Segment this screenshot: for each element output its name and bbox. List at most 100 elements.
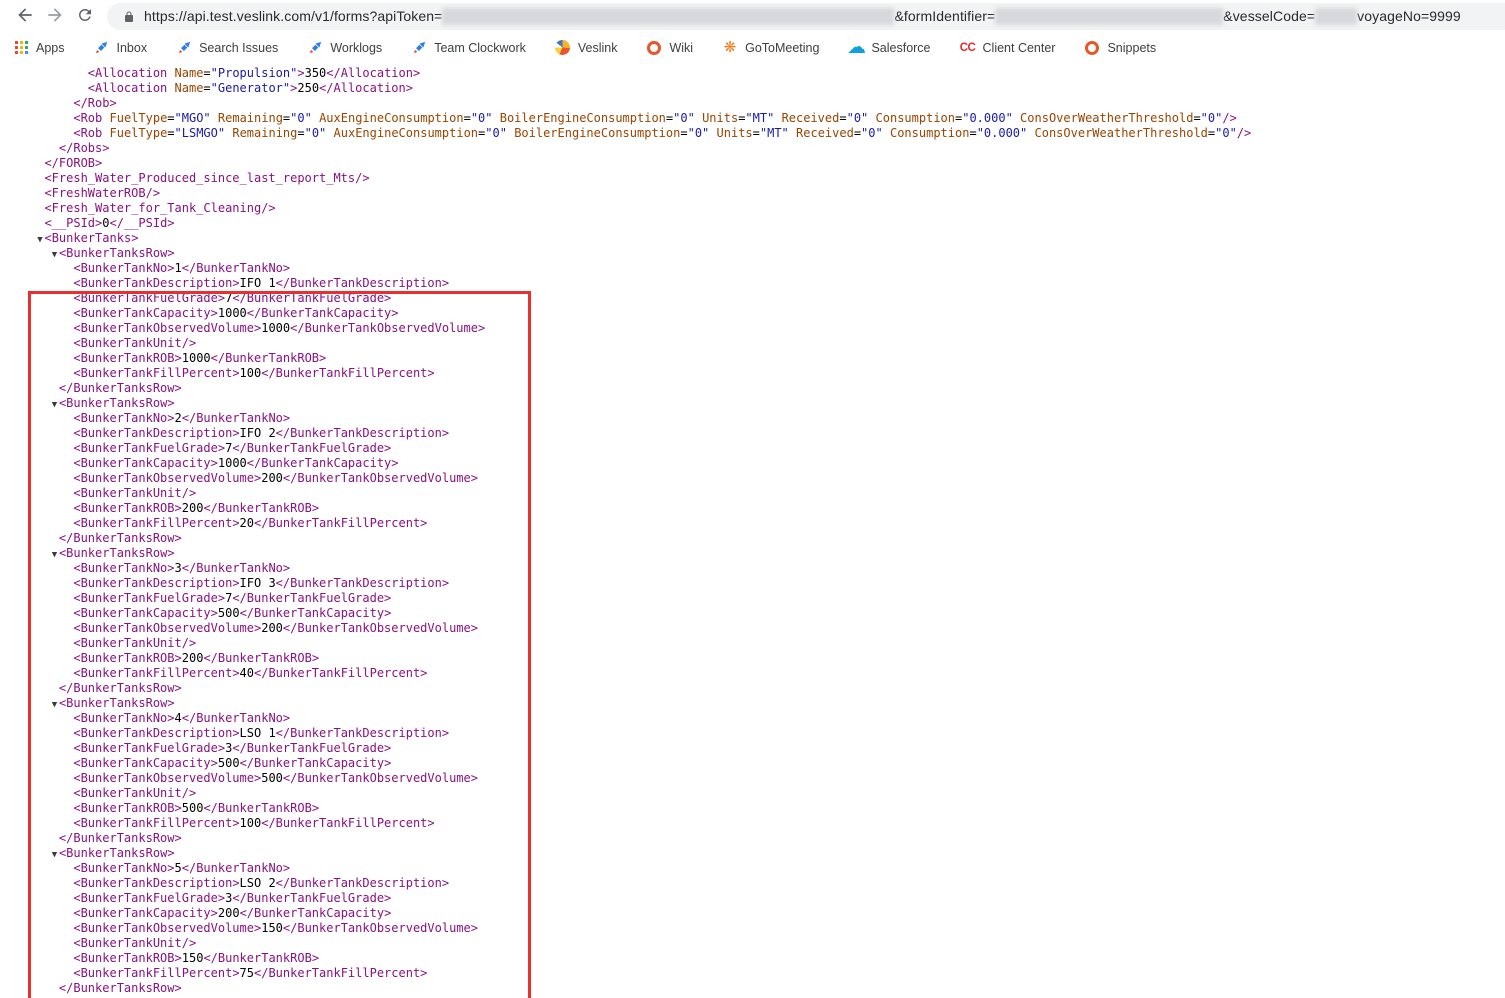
bookmark-label: Team Clockwork [434,41,526,55]
xml-line: <FreshWaterROB/> [30,186,1505,201]
xml-line: ▼<BunkerTanksRow> [30,546,1505,561]
bookmark-worklogs[interactable]: Worklogs [307,40,382,56]
bookmark-client-center[interactable]: CC Client Center [960,40,1056,56]
bookmark-label: Client Center [983,41,1056,55]
xml-line: <BunkerTankROB>200</BunkerTankROB> [30,501,1505,516]
xml-line: <BunkerTankCapacity>500</BunkerTankCapac… [30,756,1505,771]
redacted-url-segment [1315,8,1357,25]
xml-line: <BunkerTankFillPercent>100</BunkerTankFi… [30,366,1505,381]
xml-line: <BunkerTankROB>200</BunkerTankROB> [30,651,1505,666]
xml-line: <BunkerTankUnit/> [30,636,1505,651]
xml-line: <BunkerTankObservedVolume>200</BunkerTan… [30,621,1505,636]
page-content: <Allocation Name="Propulsion">350</Alloc… [0,62,1505,998]
redacted-url-segment [442,8,894,25]
xml-line: <BunkerTankFuelGrade>3</BunkerTankFuelGr… [30,891,1505,906]
cc-icon: CC [960,40,976,56]
xml-line: <BunkerTankFuelGrade>3</BunkerTankFuelGr… [30,741,1505,756]
bookmark-apps[interactable]: Apps [13,40,65,56]
xml-line: <BunkerTankROB>150</BunkerTankROB> [30,951,1505,966]
jira-icon [94,40,110,56]
xml-line: <Rob FuelType="MGO" Remaining="0" AuxEng… [30,111,1505,126]
xml-line: ▼<BunkerTanks> [30,231,1505,246]
url-text-segment: voyageNo=9999 [1357,8,1461,24]
bookmark-wiki[interactable]: Wiki [646,40,693,56]
xml-line: <__PSId>0</__PSId> [30,216,1505,231]
xml-line: <BunkerTankNo>3</BunkerTankNo> [30,561,1505,576]
back-button[interactable] [10,2,40,32]
xml-line: ▼<BunkerTanksRow> [30,846,1505,861]
bookmark-label: Snippets [1107,41,1156,55]
back-icon [15,5,35,28]
bookmark-label: Worklogs [330,41,382,55]
bookmark-salesforce[interactable]: ☁ Salesforce [848,40,930,56]
xml-line: <BunkerTankFillPercent>100</BunkerTankFi… [30,816,1505,831]
xml-line: </FOROB> [30,156,1505,171]
bookmark-veslink[interactable]: Veslink [555,40,618,56]
bookmarks-bar: Apps Inbox Search Issues Worklogs Team Clock… [0,33,1505,62]
url-text-segment: https://api.test.veslink.com/v1/forms?ap… [144,8,442,24]
xml-line: <BunkerTankNo>4</BunkerTankNo> [30,711,1505,726]
bookmark-label: GoToMeeting [745,41,819,55]
xml-line: </BunkerTanksRow> [30,981,1505,996]
xml-line: </BunkerTanksRow> [30,531,1505,546]
jira-icon [176,40,192,56]
xml-line: <BunkerTankObservedVolume>150</BunkerTan… [30,921,1505,936]
cloud-icon: ☁ [848,40,864,56]
xml-line: </BunkerTanksRow> [30,681,1505,696]
url-value: https://api.test.veslink.com/v1/forms?ap… [144,8,1461,25]
xml-line: <BunkerTankCapacity>1000</BunkerTankCapa… [30,456,1505,471]
xml-line: </BunkerTanksRow> [30,831,1505,846]
bookmark-label: Veslink [578,41,618,55]
xml-line: <BunkerTankFuelGrade>7</BunkerTankFuelGr… [30,441,1505,456]
bookmark-search-issues[interactable]: Search Issues [176,40,278,56]
reload-button[interactable] [70,2,100,32]
xml-line: <BunkerTankUnit/> [30,336,1505,351]
bookmark-gotomeeting[interactable]: ❋ GoToMeeting [722,40,819,56]
xml-line: <Fresh_Water_for_Tank_Cleaning/> [30,201,1505,216]
xml-line: <Allocation Name="Propulsion">350</Alloc… [30,66,1505,81]
xml-line: <BunkerTankNo>5</BunkerTankNo> [30,861,1505,876]
xml-line: <BunkerTankObservedVolume>500</BunkerTan… [30,771,1505,786]
jira-icon [411,40,427,56]
xml-line: <BunkerTankCapacity>200</BunkerTankCapac… [30,906,1505,921]
browser-toolbar: https://api.test.veslink.com/v1/forms?ap… [0,0,1505,33]
flower-icon: ❋ [722,40,738,56]
xml-line: <BunkerTankCapacity>1000</BunkerTankCapa… [30,306,1505,321]
xml-line: <BunkerTankNo>1</BunkerTankNo> [30,261,1505,276]
xml-line: <BunkerTankDescription>IFO 3</BunkerTank… [30,576,1505,591]
xml-line: <Allocation Name="Generator">250</Alloca… [30,81,1505,96]
xml-line: ▼<BunkerTanksRow> [30,246,1505,261]
xml-document: <Allocation Name="Propulsion">350</Alloc… [0,62,1505,996]
xml-line: <BunkerTankDescription>IFO 2</BunkerTank… [30,426,1505,441]
address-bar[interactable]: https://api.test.veslink.com/v1/forms?ap… [107,3,1505,30]
xml-line: <Fresh_Water_Produced_since_last_report_… [30,171,1505,186]
xml-line: <BunkerTankFillPercent>20</BunkerTankFil… [30,516,1505,531]
xml-line: <BunkerTankFillPercent>40</BunkerTankFil… [30,666,1505,681]
xml-line: <BunkerTankFuelGrade>7</BunkerTankFuelGr… [30,591,1505,606]
url-text-segment: &formIdentifier= [894,8,995,24]
bookmark-label: Wiki [669,41,693,55]
xml-line: <Rob FuelType="LSMGO" Remaining="0" AuxE… [30,126,1505,141]
forward-button[interactable] [40,2,70,32]
xml-line: <BunkerTankNo>2</BunkerTankNo> [30,411,1505,426]
xml-line: ▼<BunkerTanksRow> [30,696,1505,711]
xml-line: <BunkerTankObservedVolume>200</BunkerTan… [30,471,1505,486]
xml-line: <BunkerTankCapacity>500</BunkerTankCapac… [30,606,1505,621]
url-text-segment: &vesselCode= [1223,8,1315,24]
bookmark-label: Inbox [117,41,148,55]
xml-line: </Robs> [30,141,1505,156]
bookmark-team-clockwork[interactable]: Team Clockwork [411,40,526,56]
redacted-url-segment [995,8,1223,25]
xml-line: ▼<BunkerTanksRow> [30,396,1505,411]
xml-line: <BunkerTankObservedVolume>1000</BunkerTa… [30,321,1505,336]
bookmark-snippets[interactable]: Snippets [1084,40,1156,56]
xml-line: </BunkerTanksRow> [30,381,1505,396]
xml-line: <BunkerTankFuelGrade>7</BunkerTankFuelGr… [30,291,1505,306]
bookmark-label: Salesforce [871,41,930,55]
veslink-icon [555,40,571,56]
nav-buttons [0,2,100,32]
xml-line: <BunkerTankROB>1000</BunkerTankROB> [30,351,1505,366]
bookmark-label: Apps [36,41,65,55]
lock-icon[interactable] [123,10,135,24]
bookmark-inbox[interactable]: Inbox [94,40,148,56]
